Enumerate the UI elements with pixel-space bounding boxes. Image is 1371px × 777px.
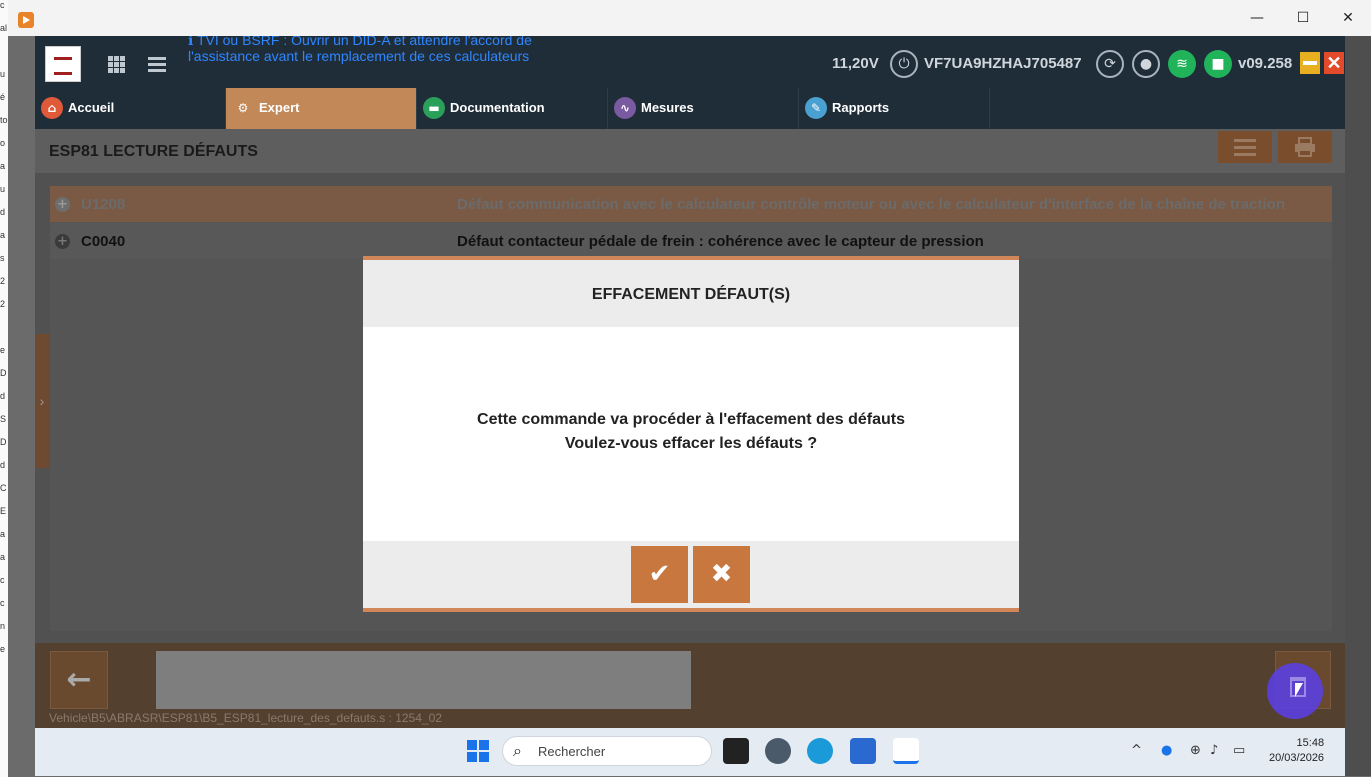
fault-code: U1208 <box>81 196 126 213</box>
battery-voltage: 11,20V <box>832 55 879 72</box>
print-button[interactable] <box>1278 131 1332 163</box>
volume-icon[interactable]: ♪ <box>1210 743 1218 758</box>
wifi-icon[interactable]: ≋ <box>1168 50 1196 78</box>
brand-logo <box>45 46 81 82</box>
expand-icon[interactable]: + <box>55 234 70 249</box>
tab-label: Expert <box>259 100 300 115</box>
task-view-icon[interactable] <box>723 738 749 764</box>
software-version: v09.258 <box>1238 55 1293 72</box>
tab-accueil[interactable]: ⌂ Accueil <box>35 88 226 129</box>
report-icon: ✎ <box>805 97 827 119</box>
taskbar-clock[interactable]: 15:48 20/03/2026 <box>1269 736 1324 766</box>
fault-description: Défaut communication avec le calculateur… <box>457 196 1285 213</box>
confirm-button[interactable]: ✔ <box>631 546 688 603</box>
fault-description: Défaut contacteur pédale de frein : cohé… <box>457 233 984 250</box>
search-placeholder: Rechercher <box>538 744 606 759</box>
menu-list-icon[interactable] <box>148 57 166 73</box>
side-panel-toggle[interactable]: › <box>35 334 49 468</box>
app-topbar: ℹ TVI ou BSRF : Ouvrir un DID-A et atten… <box>35 36 1345 88</box>
settings-icon[interactable] <box>765 738 791 764</box>
cancel-button[interactable]: ✖ <box>693 546 750 603</box>
background-window-edge: c al u é to o a u d a s 2 2 e Dd S Dd C Ea a c c n e <box>0 0 8 777</box>
user-icon[interactable]: ● <box>1132 50 1160 78</box>
bottom-bar: ← Vehicle\B5\ABRASR\ESP81\B5_ESP81_lectu… <box>35 643 1345 728</box>
dialog-title: EFFACEMENT DÉFAUT(S) <box>591 286 791 303</box>
fault-row[interactable]: + U1208 Défaut communication avec le cal… <box>50 186 1332 222</box>
app-icon[interactable] <box>850 738 876 764</box>
info-message: ℹ TVI ou BSRF : Ouvrir un DID-A et atten… <box>188 36 608 64</box>
page-title: ESP81 LECTURE DÉFAUTS <box>49 143 258 160</box>
power-icon[interactable]: ⏻ <box>890 50 918 78</box>
taskbar-search[interactable]: ⌕ Rechercher <box>502 736 712 766</box>
sliders-icon <box>1234 139 1256 156</box>
fault-row[interactable]: + C0040 Défaut contacteur pédale de frei… <box>50 223 1332 259</box>
app-minimize-button[interactable] <box>1300 52 1320 74</box>
mouse-cursor-icon <box>1295 683 1303 697</box>
pulse-icon: ∿ <box>614 97 636 119</box>
tab-label: Accueil <box>68 100 115 115</box>
battery-icon[interactable]: ▭ <box>1233 743 1245 758</box>
background-window-edge-right <box>1345 36 1371 776</box>
page-header: ESP81 LECTURE DÉFAUTS <box>35 129 1345 173</box>
tab-expert[interactable]: ⚙ Expert <box>226 88 417 129</box>
microphone-icon[interactable]: ● <box>1161 743 1172 758</box>
lock-icon[interactable]: ■ <box>1204 50 1232 78</box>
clock-date: 20/03/2026 <box>1269 752 1325 764</box>
dialog-message-line-2: Voulez-vous effacer les défauts ? <box>564 435 818 452</box>
dialog-footer: ✔ ✖ <box>363 541 1019 608</box>
search-icon: ⌕ <box>513 741 522 760</box>
dialog-message: Cette commande va procéder à l'effacemen… <box>363 408 1019 456</box>
script-path: Vehicle\B5\ABRASR\ESP81\B5_ESP81_lecture… <box>49 711 442 725</box>
windows-start-icon[interactable] <box>467 740 489 762</box>
refresh-icon[interactable]: ⟳ <box>1096 50 1124 78</box>
host-window-titlebar: — ☐ ✕ <box>8 0 1371 36</box>
app-play-icon <box>18 12 34 28</box>
tab-label: Rapports <box>832 100 890 115</box>
tab-label: Mesures <box>641 100 694 115</box>
info-line-1: ℹ TVI ou BSRF : Ouvrir un DID-A et atten… <box>188 36 532 48</box>
window-close-button[interactable]: ✕ <box>1336 6 1360 30</box>
clear-faults-dialog: EFFACEMENT DÉFAUT(S) Cette commande va p… <box>363 256 1019 612</box>
info-line-2: l'assistance avant le remplacement de ce… <box>188 48 530 64</box>
clock-time: 15:48 <box>1296 737 1325 749</box>
tab-mesures[interactable]: ∿ Mesures <box>608 88 799 129</box>
dialog-header: EFFACEMENT DÉFAUT(S) <box>363 260 1019 327</box>
home-icon: ⌂ <box>41 97 63 119</box>
folder-icon: ▬ <box>423 97 445 119</box>
settings-button[interactable] <box>1218 131 1272 163</box>
printer-icon <box>1295 137 1315 157</box>
fault-code: C0040 <box>81 233 126 250</box>
tab-label: Documentation <box>450 100 545 115</box>
edge-browser-icon[interactable] <box>807 738 833 764</box>
tray-chevron-icon[interactable]: ^ <box>1131 743 1142 758</box>
dialog-message-line-1: Cette commande va procéder à l'effacemen… <box>477 411 905 428</box>
apps-grid-icon[interactable] <box>108 56 126 74</box>
vehicle-vin: VF7UA9HZHAJ705487 <box>924 55 1082 72</box>
status-field <box>156 651 691 709</box>
diagbox-taskbar-icon[interactable] <box>893 738 919 764</box>
network-icon[interactable]: ⊕ <box>1190 743 1201 758</box>
tab-rapports[interactable]: ✎ Rapports <box>799 88 990 129</box>
window-maximize-button[interactable]: ☐ <box>1291 6 1315 30</box>
back-button[interactable]: ← <box>50 651 108 709</box>
tab-documentation[interactable]: ▬ Documentation <box>417 88 608 129</box>
gears-icon: ⚙ <box>237 101 249 115</box>
window-minimize-button[interactable]: — <box>1245 6 1269 30</box>
main-tabs: ⌂ Accueil ⚙ Expert ▬ Documentation ∿ Mes… <box>35 88 1345 129</box>
expand-icon[interactable]: + <box>55 197 70 212</box>
app-close-button[interactable]: ✕ <box>1324 52 1344 74</box>
os-taskbar: ⌕ Rechercher ^ ● ⊕ ♪ ▭ 15:48 20/03/2026 <box>35 728 1345 776</box>
